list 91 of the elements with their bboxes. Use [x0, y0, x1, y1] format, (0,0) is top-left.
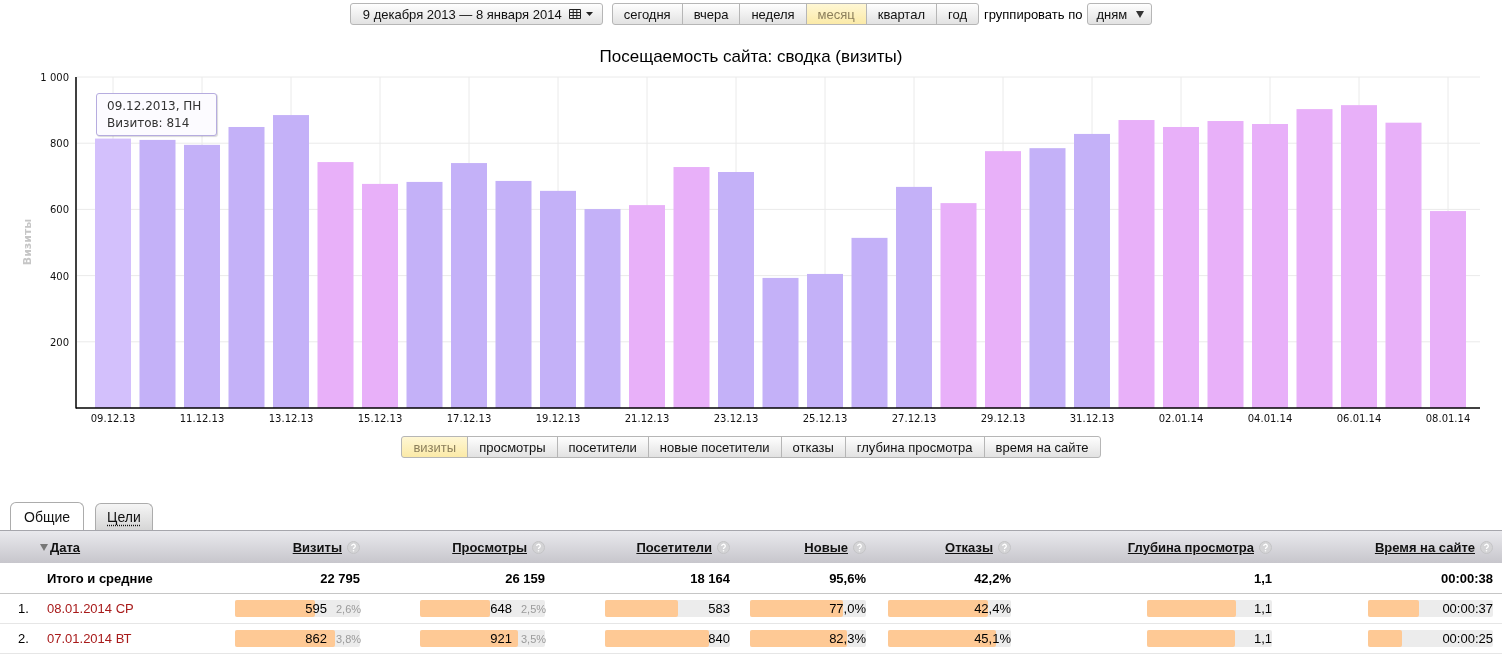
column-header[interactable]: Время на сайте — [1374, 539, 1475, 555]
y-tick-label: 200 — [49, 336, 69, 348]
x-tick-label: 02.01.14 — [1158, 413, 1204, 424]
x-tick-label: 31.12.13 — [1069, 413, 1115, 424]
cell-value: 42,4% — [974, 601, 1011, 616]
metric-tab[interactable]: новые посетители — [647, 436, 782, 458]
y-tick-label: 1 000 — [40, 72, 69, 83]
total-value: 00:00:38 — [1440, 570, 1493, 586]
cell-value: 648 — [490, 601, 512, 616]
period-button[interactable]: год — [936, 3, 979, 25]
tooltip-value: Визитов: 814 — [107, 115, 190, 132]
share-percent: 2,5% — [521, 602, 544, 615]
cell-value: 82,3% — [829, 631, 866, 646]
period-button[interactable]: месяц — [805, 3, 867, 25]
x-tick-label: 09.12.13 — [90, 413, 136, 424]
report-tab[interactable]: Общие — [10, 502, 85, 530]
group-by-label: группировать по — [984, 6, 1083, 22]
caret-icon — [585, 12, 593, 16]
tooltip-date: 09.12.2013, ПН — [107, 98, 202, 115]
help-icon[interactable] — [998, 540, 1011, 554]
x-tick-label: 23.12.13 — [713, 413, 759, 424]
help-icon[interactable] — [717, 540, 730, 554]
chart-title: Посещаемость сайта: сводка (визиты) — [598, 46, 904, 68]
x-tick-label: 19.12.13 — [535, 413, 581, 424]
metric-tab[interactable]: глубина просмотра — [844, 436, 985, 458]
share-percent: 3,5% — [521, 632, 544, 645]
totals-label: Итого и средние — [46, 570, 153, 586]
y-tick-label: 400 — [49, 270, 69, 282]
x-tick-label: 13.12.13 — [268, 413, 314, 424]
help-icon[interactable] — [1259, 540, 1272, 554]
period-button[interactable]: неделя — [739, 3, 807, 25]
x-tick-label: 29.12.13 — [980, 413, 1026, 424]
period-button[interactable]: квартал — [865, 3, 937, 25]
x-tick-label: 21.12.13 — [624, 413, 670, 424]
total-value: 18 164 — [690, 570, 730, 586]
cell-value: 921 — [490, 631, 512, 646]
total-value: 42,2% — [974, 570, 1011, 586]
x-tick-label: 27.12.13 — [891, 413, 937, 424]
x-tick-label: 15.12.13 — [357, 413, 403, 424]
metric-tab[interactable]: отказы — [780, 436, 846, 458]
column-header[interactable]: Просмотры — [452, 539, 527, 555]
metric-tab[interactable]: посетители — [556, 436, 649, 458]
total-value: 95,6% — [829, 570, 866, 586]
metric-tab[interactable]: просмотры — [467, 436, 558, 458]
x-tick-label: 17.12.13 — [446, 413, 492, 424]
total-value: 1,1 — [1253, 570, 1272, 586]
caret-icon — [1136, 10, 1145, 18]
cell-value: 595 — [305, 601, 327, 616]
cell-value: 00:00:37 — [1442, 601, 1493, 616]
column-header[interactable]: Новые — [804, 539, 848, 555]
x-tick-label: 04.01.14 — [1247, 413, 1293, 424]
column-header[interactable]: Отказы — [945, 539, 993, 555]
help-icon[interactable] — [1480, 540, 1493, 554]
column-header[interactable]: Дата — [50, 539, 81, 555]
cell-value: 840 — [708, 631, 730, 646]
x-tick-label: 08.01.14 — [1425, 413, 1471, 424]
cell-value: 862 — [305, 631, 327, 646]
date-cell: 07.01.2014 ВТ — [47, 631, 132, 646]
x-tick-label: 06.01.14 — [1336, 413, 1382, 424]
column-header[interactable]: Глубина просмотра — [1127, 539, 1254, 555]
metric-tab[interactable]: визиты — [401, 436, 469, 458]
share-percent: 3,8% — [336, 632, 359, 645]
period-button[interactable]: вчера — [681, 3, 741, 25]
help-icon[interactable] — [532, 540, 545, 554]
help-icon[interactable] — [853, 540, 866, 554]
cell-value: 1,1 — [1253, 631, 1272, 646]
x-tick-label: 25.12.13 — [802, 413, 848, 424]
column-header[interactable]: Посетители — [636, 539, 712, 555]
metric-tab[interactable]: время на сайте — [983, 436, 1101, 458]
cell-value: 1,1 — [1253, 601, 1272, 616]
y-axis-title: Визиты — [21, 218, 34, 266]
column-header[interactable]: Визиты — [292, 539, 342, 555]
group-by-select[interactable]: дням — [1087, 3, 1153, 25]
total-value: 26 159 — [505, 570, 545, 586]
row-number: 2. — [18, 631, 29, 646]
share-percent: 2,6% — [336, 602, 359, 615]
cell-value: 45,1% — [974, 631, 1011, 646]
cell-value: 00:00:25 — [1442, 631, 1493, 646]
date-cell: 08.01.2014 СР — [47, 601, 134, 616]
cell-value: 77,0% — [829, 601, 866, 616]
row-number: 1. — [18, 601, 29, 616]
period-button[interactable]: сегодня — [611, 3, 683, 25]
help-icon[interactable] — [347, 540, 360, 554]
y-tick-label: 600 — [49, 204, 69, 216]
date-range-button[interactable]: 9 декабря 2013 — 8 января 2014 — [349, 3, 603, 25]
total-value: 22 795 — [320, 570, 360, 586]
x-tick-label: 11.12.13 — [179, 413, 225, 424]
calendar-icon — [568, 9, 581, 19]
y-tick-label: 800 — [49, 138, 69, 150]
cell-value: 583 — [708, 601, 730, 616]
report-tab[interactable]: Цели — [95, 503, 153, 530]
